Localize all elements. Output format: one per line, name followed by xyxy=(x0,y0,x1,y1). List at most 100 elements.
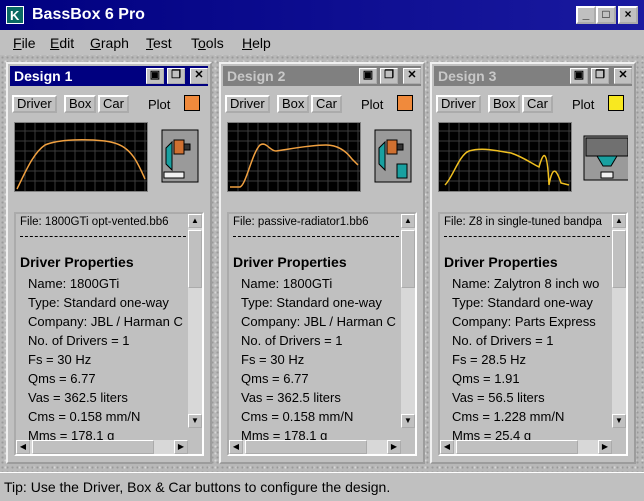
copy-design-icon[interactable]: ❐ xyxy=(380,68,398,84)
box-diagram[interactable] xyxy=(580,128,628,184)
driver-property: Qms = 1.91 xyxy=(452,371,520,386)
driver-property: Qms = 6.77 xyxy=(241,371,309,386)
plot-color-swatch[interactable] xyxy=(397,95,413,111)
scroll-corner xyxy=(612,440,626,454)
horizontal-scrollbar[interactable]: ◀ ▶ xyxy=(16,440,188,454)
file-name: File: passive-radiator1.bb6 xyxy=(233,216,369,228)
plot-color-swatch[interactable] xyxy=(184,95,200,111)
properties-panel[interactable]: File: Z8 in single-tuned bandpa Driver Pr… xyxy=(438,212,628,456)
response-graph[interactable] xyxy=(14,122,148,192)
design-titlebar[interactable]: Design 1 ▣ ❐ ✕ xyxy=(10,66,208,86)
box-diagram[interactable] xyxy=(371,128,413,184)
close-design-icon[interactable]: ✕ xyxy=(614,68,632,84)
design-window-3[interactable]: Design 3 ▣ ❐ ✕ Driver Box Car Plot File: Z8 in s… xyxy=(430,62,636,464)
scroll-right-icon[interactable]: ▶ xyxy=(174,440,188,454)
save-design-icon[interactable]: ▣ xyxy=(146,68,164,84)
menu-graph[interactable]: Graph xyxy=(90,35,129,51)
maximize-button[interactable]: □ xyxy=(596,6,616,24)
separator xyxy=(20,236,186,237)
file-name: File: 1800GTi opt-vented.bb6 xyxy=(20,216,169,228)
plot-color-swatch[interactable] xyxy=(608,95,624,111)
properties-panel[interactable]: File: 1800GTi opt-vented.bb6 Driver Prope… xyxy=(14,212,204,456)
scroll-down-icon[interactable]: ▼ xyxy=(401,414,415,428)
menu-help[interactable]: Help xyxy=(242,35,271,51)
copy-design-icon[interactable]: ❐ xyxy=(591,68,609,84)
driver-button[interactable]: Driver xyxy=(12,95,57,113)
box-button[interactable]: Box xyxy=(64,95,97,113)
plot-label[interactable]: Plot xyxy=(361,97,383,112)
separator xyxy=(444,236,610,237)
design-title: Design 2 xyxy=(227,68,286,84)
driver-property: Cms = 0.158 mm/N xyxy=(241,409,354,424)
save-design-icon[interactable]: ▣ xyxy=(570,68,588,84)
car-button[interactable]: Car xyxy=(522,95,553,113)
minimize-button[interactable]: _ xyxy=(576,6,596,24)
response-curve xyxy=(444,148,570,186)
driver-property: No. of Drivers = 1 xyxy=(452,333,554,348)
horizontal-scroll-thumb[interactable] xyxy=(32,440,154,454)
design-titlebar[interactable]: Design 2 ▣ ❐ ✕ xyxy=(223,66,421,86)
driver-property: Company: Parts Express xyxy=(452,314,596,329)
close-design-icon[interactable]: ✕ xyxy=(403,68,421,84)
driver-property: Company: JBL / Harman C xyxy=(28,314,183,329)
driver-property: Type: Standard one-way xyxy=(241,295,382,310)
scroll-right-icon[interactable]: ▶ xyxy=(598,440,612,454)
scroll-left-icon[interactable]: ◀ xyxy=(16,440,30,454)
copy-design-icon[interactable]: ❐ xyxy=(167,68,185,84)
design-titlebar[interactable]: Design 3 ▣ ❐ ✕ xyxy=(434,66,632,86)
bassbox-app-icon[interactable]: K xyxy=(6,6,24,24)
vertical-scroll-thumb[interactable] xyxy=(401,230,415,288)
horizontal-scrollbar[interactable]: ◀ ▶ xyxy=(440,440,612,454)
scroll-up-icon[interactable]: ▲ xyxy=(612,214,626,228)
horizontal-scroll-thumb[interactable] xyxy=(245,440,367,454)
driver-property: Fs = 28.5 Hz xyxy=(452,352,527,367)
box-button[interactable]: Box xyxy=(488,95,521,113)
menu-tools[interactable]: Tools xyxy=(191,35,224,51)
menu-file[interactable]: File xyxy=(13,35,36,51)
scroll-down-icon[interactable]: ▼ xyxy=(612,414,626,428)
close-button[interactable]: × xyxy=(618,6,638,24)
response-graph[interactable] xyxy=(438,122,572,192)
design-title: Design 3 xyxy=(438,68,497,84)
status-bar: Tip: Use the Driver, Box & Car buttons t… xyxy=(0,472,644,501)
scroll-left-icon[interactable]: ◀ xyxy=(440,440,454,454)
vertical-scrollbar[interactable]: ▲ ▼ xyxy=(188,214,202,428)
driver-property: Name: Zalytron 8 inch wo xyxy=(452,276,600,291)
design-window-2[interactable]: Design 2 ▣ ❐ ✕ Driver Box Car Plot File: passive… xyxy=(219,62,425,464)
car-button[interactable]: Car xyxy=(98,95,129,113)
menu-edit[interactable]: Edit xyxy=(50,35,74,51)
scroll-down-icon[interactable]: ▼ xyxy=(188,414,202,428)
vertical-scroll-thumb[interactable] xyxy=(188,230,202,288)
scroll-left-icon[interactable]: ◀ xyxy=(229,440,243,454)
design-window-1[interactable]: Design 1 ▣ ❐ ✕ Driver Box Car Plot File: 1800GTi… xyxy=(6,62,212,464)
vertical-scrollbar[interactable]: ▲ ▼ xyxy=(401,214,415,428)
box-diagram[interactable] xyxy=(158,128,200,184)
driver-property: Name: 1800GTi xyxy=(241,276,333,291)
save-design-icon[interactable]: ▣ xyxy=(359,68,377,84)
scroll-up-icon[interactable]: ▲ xyxy=(401,214,415,228)
driver-property: Vas = 362.5 liters xyxy=(28,390,128,405)
driver-button[interactable]: Driver xyxy=(225,95,270,113)
box-button[interactable]: Box xyxy=(277,95,310,113)
plot-label[interactable]: Plot xyxy=(148,97,170,112)
horizontal-scrollbar[interactable]: ◀ ▶ xyxy=(229,440,401,454)
close-design-icon[interactable]: ✕ xyxy=(190,68,208,84)
driver-button[interactable]: Driver xyxy=(436,95,481,113)
scroll-corner xyxy=(188,440,202,454)
driver-property: Cms = 1.228 mm/N xyxy=(452,409,565,424)
separator xyxy=(233,236,399,237)
driver-properties-heading: Driver Properties xyxy=(233,254,347,270)
vertical-scrollbar[interactable]: ▲ ▼ xyxy=(612,214,626,428)
response-curve xyxy=(16,139,146,190)
vertical-scroll-thumb[interactable] xyxy=(612,230,626,288)
response-graph[interactable] xyxy=(227,122,361,192)
horizontal-scroll-thumb[interactable] xyxy=(456,440,578,454)
plot-label[interactable]: Plot xyxy=(572,97,594,112)
driver-property: No. of Drivers = 1 xyxy=(241,333,343,348)
scroll-up-icon[interactable]: ▲ xyxy=(188,214,202,228)
properties-panel[interactable]: File: passive-radiator1.bb6 Driver Proper… xyxy=(227,212,417,456)
driver-property: Cms = 0.158 mm/N xyxy=(28,409,141,424)
menu-test[interactable]: Test xyxy=(146,35,172,51)
car-button[interactable]: Car xyxy=(311,95,342,113)
scroll-right-icon[interactable]: ▶ xyxy=(387,440,401,454)
